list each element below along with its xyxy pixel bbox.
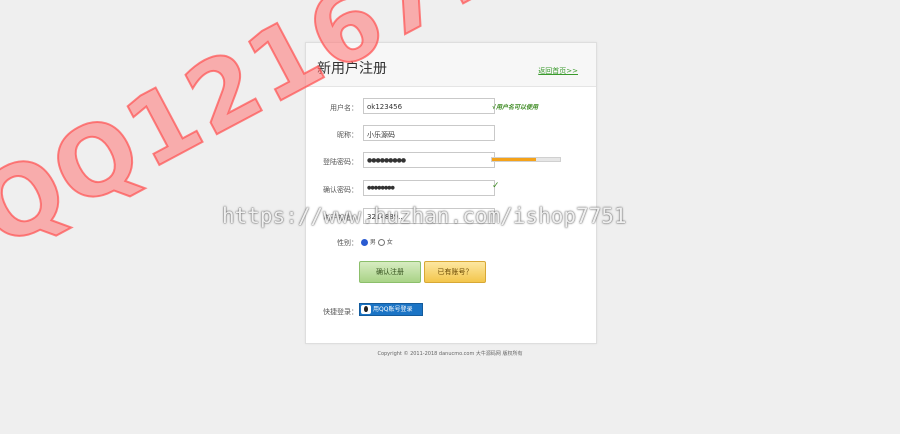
nickname-label: 昵称： bbox=[337, 131, 358, 139]
confirm-password-input[interactable]: ●●●●●●●● bbox=[363, 180, 495, 196]
gender-male-radio[interactable] bbox=[361, 239, 368, 246]
gender-female-label: 女 bbox=[386, 239, 393, 246]
password-input[interactable]: ●●●●●●●●● bbox=[363, 152, 495, 168]
username-input[interactable]: ok123456 bbox=[363, 98, 495, 114]
quick-login-label: 快捷登录： bbox=[323, 308, 358, 316]
gender-female-radio[interactable] bbox=[377, 239, 385, 246]
password-label: 登陆密码： bbox=[323, 158, 358, 166]
qq-login-label: 用QQ账号登录 bbox=[373, 306, 413, 313]
has-account-button[interactable]: 已有账号？ bbox=[424, 261, 486, 283]
gender-male-label: 男 bbox=[369, 239, 376, 246]
password-strength-fill bbox=[492, 158, 537, 161]
username-hint: √用户名可以使用 bbox=[492, 104, 539, 111]
back-home-link[interactable]: 返回首页>> bbox=[538, 66, 578, 76]
qq-login-button[interactable]: 用QQ账号登录 bbox=[359, 303, 423, 316]
gender-label: 性别： bbox=[337, 239, 358, 247]
password-strength-meter bbox=[491, 157, 561, 162]
watermark-url: https://www.huzhan.com/ishop7751 bbox=[222, 204, 627, 228]
qq-penguin-icon bbox=[361, 305, 371, 314]
copyright-footer: Copyright © 2011-2018 danucmo.com 大牛源码网 … bbox=[377, 351, 523, 357]
register-button[interactable]: 确认注册 bbox=[359, 261, 421, 283]
nickname-input[interactable]: 小乐源码 bbox=[363, 125, 495, 141]
confirm-check-icon: ✓ bbox=[492, 181, 500, 191]
gender-options: 男 女 bbox=[361, 237, 393, 246]
confirm-password-label: 确认密码： bbox=[323, 186, 358, 194]
